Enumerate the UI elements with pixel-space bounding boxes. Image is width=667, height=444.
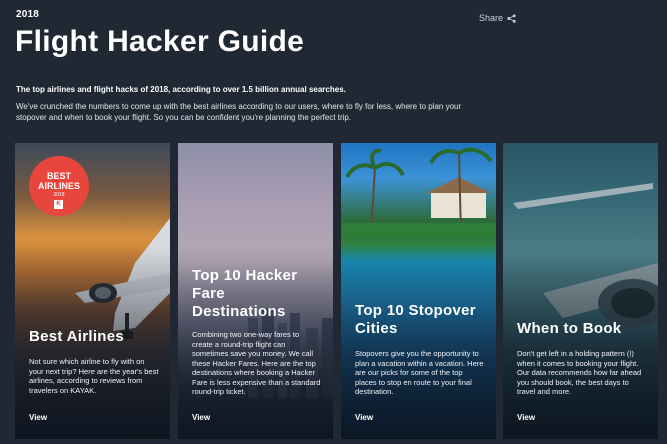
view-link[interactable]: View: [517, 413, 535, 422]
card-text: Stopovers give you the opportunity to pl…: [355, 349, 484, 396]
card-text: Don't get left in a holding pattern (!) …: [517, 349, 642, 396]
description-text: We've crunched the numbers to come up wi…: [16, 102, 462, 122]
view-link[interactable]: View: [192, 413, 210, 422]
page-title: Flight Hacker Guide: [15, 25, 305, 58]
badge-line-2: AIRLINES: [37, 181, 80, 191]
badge-line-1: BEST: [46, 171, 71, 181]
best-airlines-badge: BEST AIRLINES 2018 K: [29, 156, 89, 216]
year-label: 2018: [16, 9, 40, 20]
card-best-airlines[interactable]: BEST AIRLINES 2018 K Best Airlines Not s…: [15, 143, 170, 439]
share-button[interactable]: Share: [479, 13, 516, 23]
badge-text: BEST AIRLINES: [29, 171, 89, 191]
card-title: Best Airlines: [29, 328, 125, 345]
kayak-logo: K: [54, 200, 63, 209]
card-text: Not sure which airline to fly with on yo…: [29, 357, 159, 395]
badge-year: 2018: [53, 192, 65, 198]
share-icon: [507, 13, 516, 23]
card-hacker-fare[interactable]: Top 10 Hacker Fare Destinations Combinin…: [178, 143, 333, 439]
card-when-to-book[interactable]: When to Book Don't get left in a holding…: [503, 143, 658, 439]
view-link[interactable]: View: [29, 413, 47, 422]
card-text: Combining two one-way fares to create a …: [192, 330, 321, 396]
card-title: Top 10 Hacker Fare Destinations: [192, 267, 298, 320]
view-link[interactable]: View: [355, 413, 373, 422]
card-title: When to Book: [517, 320, 622, 337]
card-title: Top 10 Stopover Cities: [355, 302, 476, 337]
share-label: Share: [479, 13, 504, 23]
lead-text: The top airlines and flight hacks of 201…: [16, 85, 346, 94]
card-stopover-cities[interactable]: Top 10 Stopover Cities Stopovers give yo…: [341, 143, 496, 439]
